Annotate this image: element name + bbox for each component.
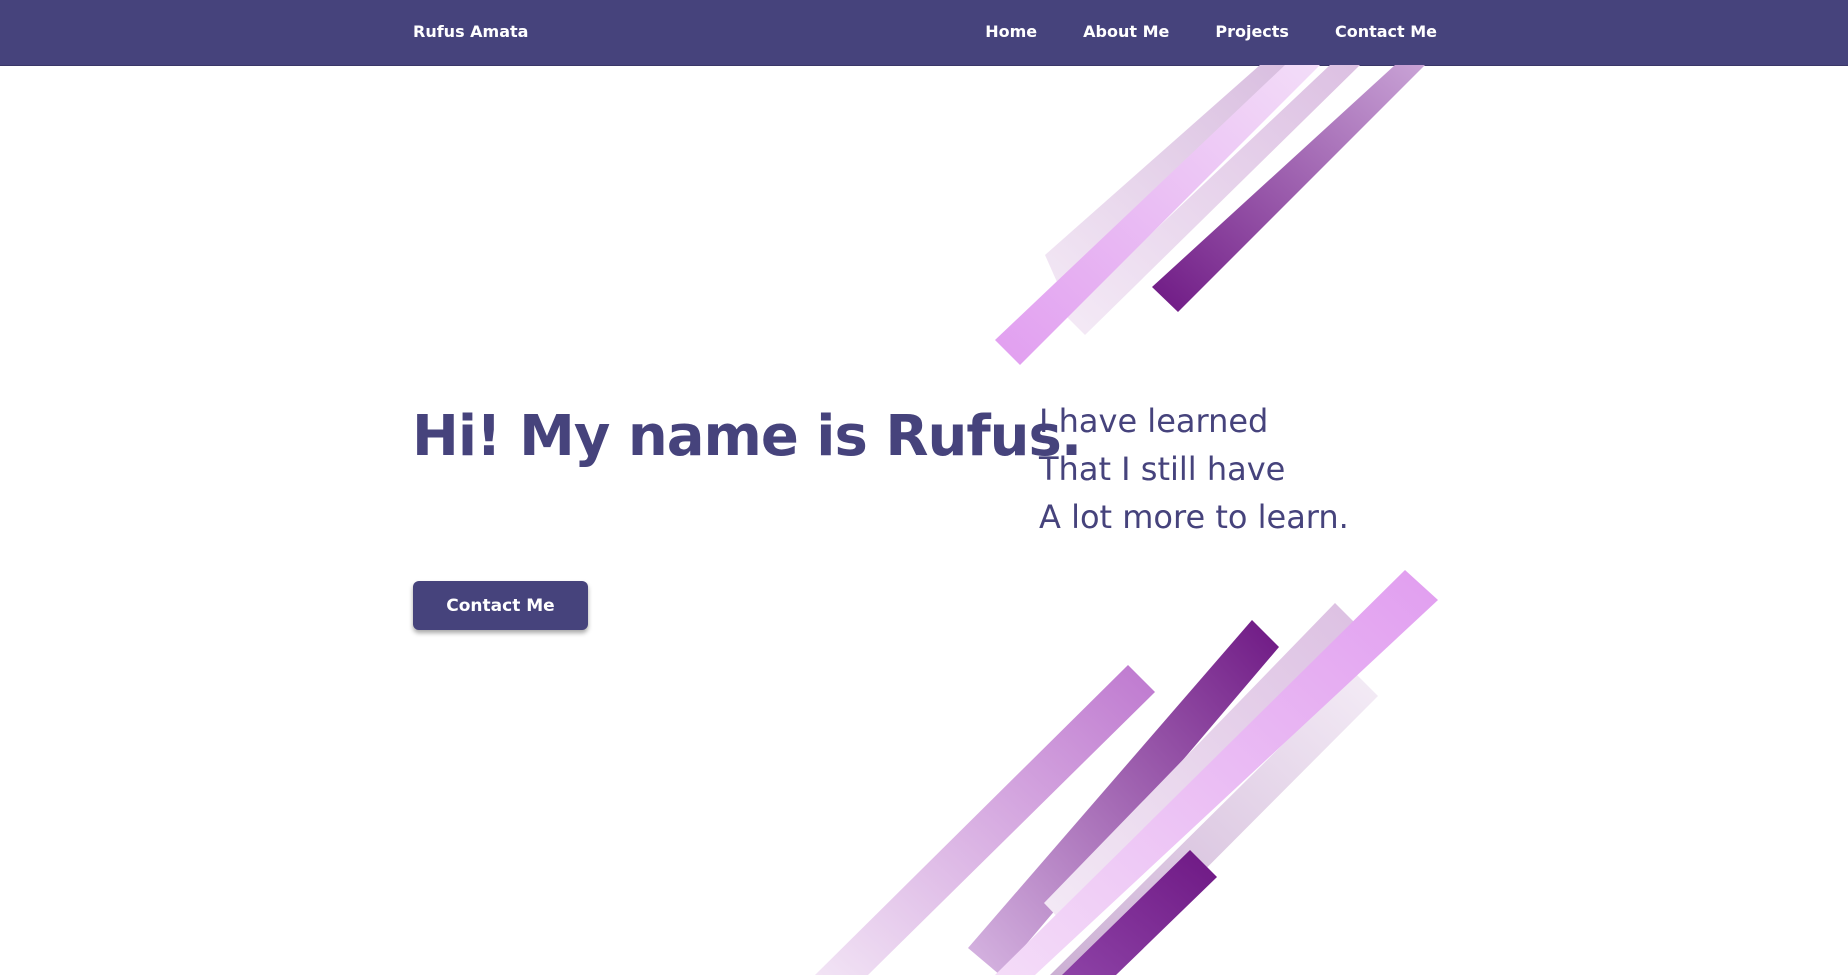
stripe-top-pale-2: [1065, 65, 1360, 335]
poem-line-1: I have learned: [1039, 402, 1269, 440]
navbar: Rufus Amata Home About Me Projects Conta…: [0, 0, 1848, 66]
nav-link-contact-me[interactable]: Contact Me: [1335, 22, 1437, 41]
stripe-bottom-pink: [995, 570, 1438, 975]
poem-line-3: A lot more to learn.: [1039, 498, 1349, 536]
nav-link-projects[interactable]: Projects: [1215, 22, 1289, 41]
stripe-top-pink: [995, 65, 1320, 365]
nav-link-home[interactable]: Home: [985, 22, 1037, 41]
stripe-bottom-pale-2: [1044, 603, 1362, 930]
stripe-top-purple: [1152, 65, 1425, 312]
brand-link[interactable]: Rufus Amata: [413, 22, 528, 41]
stripe-bottom-purple: [968, 620, 1279, 975]
poem-line-2: That I still have: [1039, 450, 1286, 488]
stripe-bottom-pale: [1050, 673, 1378, 975]
decorative-stripes: [815, 65, 1438, 975]
stripe-top-pale-1: [1045, 65, 1300, 300]
hero-poem: I have learned That I still have A lot m…: [1039, 397, 1349, 541]
nav-link-about-me[interactable]: About Me: [1083, 22, 1169, 41]
contact-me-button[interactable]: Contact Me: [413, 581, 588, 630]
stripe-bottom-dark: [1062, 850, 1217, 975]
hero-title: Hi! My name is Rufus.: [412, 404, 1082, 469]
nav-links: Home About Me Projects Contact Me: [985, 22, 1437, 41]
stripe-bottom-orchid: [815, 665, 1155, 975]
